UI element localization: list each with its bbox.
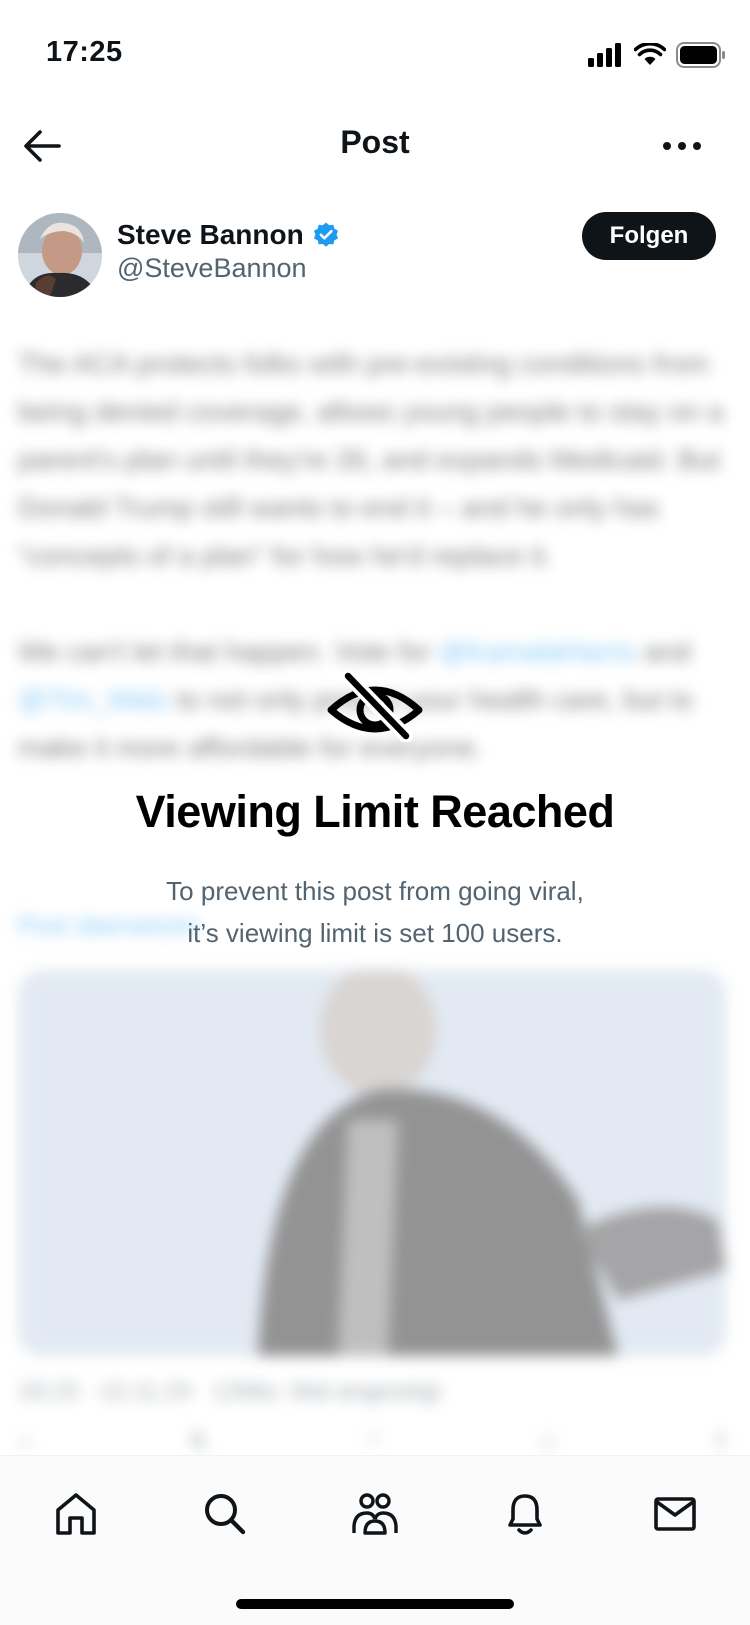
viewing-limit-line-2: it’s viewing limit is set 100 users. <box>187 918 563 948</box>
follow-button[interactable]: Folgen <box>582 212 716 260</box>
status-time: 17:25 <box>46 36 123 68</box>
blurred-post-content: The ACA protects folks with pre-existing… <box>18 340 730 1453</box>
like-icon[interactable]: ♡ <box>364 1428 384 1454</box>
nav-messages[interactable] <box>645 1484 705 1544</box>
post-actions: ○ ⇅ ♡ □ ⇪ <box>18 1428 730 1454</box>
repost-icon[interactable]: ⇅ <box>188 1428 206 1454</box>
post-paragraph-2-mid: and <box>636 636 691 667</box>
battery-icon <box>676 42 725 68</box>
post-paragraph-2-start: We can't let that happen. Vote for <box>18 636 439 667</box>
home-icon <box>56 1493 96 1535</box>
nav-search[interactable] <box>195 1484 255 1544</box>
reply-icon[interactable]: ○ <box>18 1428 31 1454</box>
viewing-limit-message: To prevent this post from going viral, i… <box>120 870 630 954</box>
post-paragraph-1: The ACA protects folks with pre-existing… <box>18 348 724 571</box>
more-options-button[interactable] <box>654 122 710 170</box>
nav-notifications[interactable] <box>495 1484 555 1544</box>
viewing-limit-line-1: To prevent this post from going viral, <box>166 876 584 906</box>
avatar[interactable] <box>18 213 102 297</box>
communities-icon <box>352 1493 398 1535</box>
author-name-text: Steve Bannon <box>117 219 304 250</box>
mention-link[interactable]: @KamalaHarris <box>438 636 636 667</box>
page-title: Post <box>340 124 410 160</box>
post-media-image[interactable] <box>18 970 726 1356</box>
share-icon[interactable]: ⇪ <box>712 1428 730 1454</box>
author-name[interactable]: Steve Bannon <box>117 219 340 251</box>
search-icon <box>205 1494 246 1535</box>
more-icon <box>663 142 701 150</box>
post-meta: 18:15 · 12.11.24 · 12Mio. Mal angezeigt <box>18 1378 441 1405</box>
status-icons <box>588 40 726 70</box>
author-handle[interactable]: @SteveBannon <box>117 253 307 284</box>
wifi-icon <box>634 43 666 65</box>
notifications-icon <box>508 1494 542 1535</box>
nav-communities[interactable] <box>345 1484 405 1544</box>
verified-badge-icon <box>313 222 338 247</box>
messages-icon <box>654 1497 696 1531</box>
signal-icon <box>588 43 621 67</box>
viewing-limit-title: Viewing Limit Reached <box>135 786 615 837</box>
bookmark-icon[interactable]: □ <box>541 1428 554 1454</box>
home-indicator[interactable] <box>236 1599 514 1609</box>
nav-home[interactable] <box>46 1484 106 1544</box>
mention-link[interactable]: @Tim_Walz <box>18 684 169 715</box>
eye-slash-icon <box>327 672 423 742</box>
top-app-bar: Post <box>0 100 750 188</box>
status-bar: 17:25 <box>0 0 750 100</box>
